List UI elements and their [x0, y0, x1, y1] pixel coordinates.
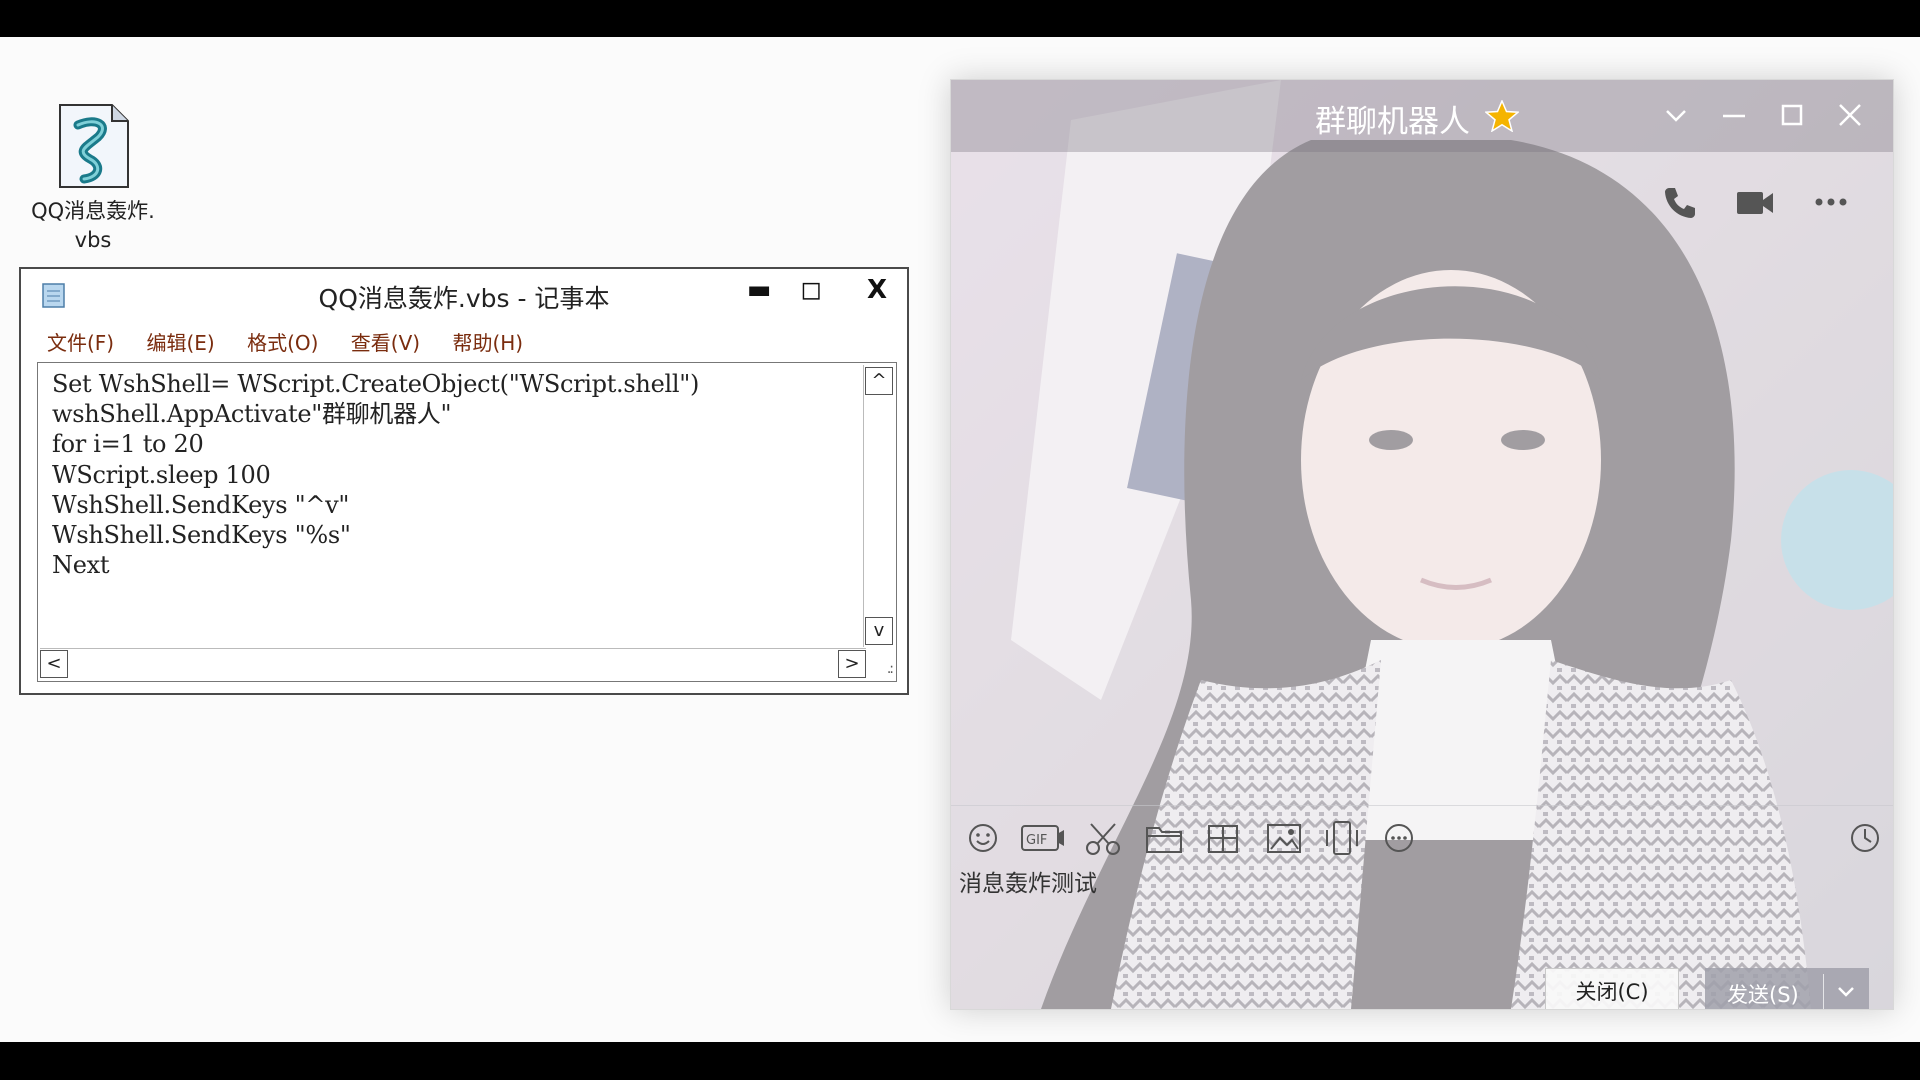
chevron-down-icon[interactable] [1659, 98, 1693, 132]
close-button[interactable]: X [855, 275, 899, 305]
scroll-right-button[interactable]: > [838, 650, 866, 678]
svg-text:GIF: GIF [1026, 833, 1047, 848]
menu-help[interactable]: 帮助(H) [452, 331, 523, 355]
scroll-up-button[interactable]: ^ [865, 367, 893, 395]
star-icon [1484, 99, 1520, 136]
send-button[interactable]: 发送(S) [1705, 968, 1869, 1009]
menu-edit[interactable]: 编辑(E) [146, 331, 214, 355]
notepad-titlebar[interactable]: QQ消息轰炸.vbs - 记事本 ▬ ◻ X [21, 269, 907, 319]
resize-grip[interactable]: .: [887, 661, 894, 677]
video-icon[interactable] [1733, 180, 1777, 224]
phone-icon[interactable] [1657, 180, 1701, 224]
qq-titlebar[interactable]: 群聊机器人 [951, 80, 1893, 152]
gif-icon[interactable]: GIF [1021, 818, 1065, 858]
emoji-icon[interactable] [965, 818, 1009, 858]
screenshot-icon[interactable] [1203, 818, 1247, 858]
more-icon[interactable] [1379, 818, 1423, 858]
vertical-scrollbar[interactable]: ^ v [863, 365, 894, 647]
message-input[interactable]: 消息轰炸测试 [959, 864, 1097, 898]
menu-view[interactable]: 查看(V) [351, 331, 420, 355]
minimize-button[interactable]: ▬ [737, 275, 781, 305]
desktop: QQ消息轰炸. vbs QQ消息轰炸.vbs - 记事本 ▬ ◻ X 文件(F)… [0, 37, 1920, 1042]
close-icon[interactable] [1833, 98, 1867, 132]
scroll-down-button[interactable]: v [865, 617, 893, 645]
input-divider [951, 805, 1893, 806]
send-options-chevron-icon[interactable] [1831, 980, 1861, 1004]
notepad-text-area[interactable]: Set WshShell= WScript.CreateObject("WScr… [37, 362, 897, 682]
chat-name: 群聊机器人 [1315, 104, 1470, 140]
minimize-icon[interactable] [1717, 98, 1751, 132]
close-chat-button[interactable]: 关闭(C) [1545, 968, 1679, 1009]
input-toolbar: GIF [965, 818, 1885, 858]
desktop-file-icon[interactable]: QQ消息轰炸. vbs [18, 103, 168, 255]
maximize-icon[interactable] [1775, 98, 1809, 132]
menu-format[interactable]: 格式(O) [247, 331, 318, 355]
send-label: 发送(S) [1727, 983, 1799, 1007]
scissors-icon[interactable] [1083, 818, 1127, 858]
image-icon[interactable] [1263, 818, 1307, 858]
desktop-file-label: QQ消息轰炸. vbs [31, 199, 155, 252]
more-options-icon[interactable] [1809, 180, 1853, 224]
notepad-window: QQ消息轰炸.vbs - 记事本 ▬ ◻ X 文件(F) 编辑(E) 格式(O)… [19, 267, 909, 695]
horizontal-scrollbar[interactable]: < > [40, 648, 866, 679]
menu-file[interactable]: 文件(F) [47, 331, 114, 355]
send-divider [1823, 974, 1824, 1009]
vbs-script-icon [56, 103, 130, 189]
notepad-menubar: 文件(F) 编辑(E) 格式(O) 查看(V) 帮助(H) [47, 327, 549, 357]
history-icon[interactable] [1845, 818, 1889, 858]
scroll-left-button[interactable]: < [40, 650, 68, 678]
maximize-button[interactable]: ◻ [789, 275, 833, 305]
folder-icon[interactable] [1143, 818, 1187, 858]
script-content[interactable]: Set WshShell= WScript.CreateObject("WScr… [52, 369, 699, 580]
qq-chat-window: 群聊机器人 GIF 消息轰炸测试 关闭(C) 发送(S) [950, 79, 1894, 1010]
shake-icon[interactable] [1321, 818, 1365, 858]
